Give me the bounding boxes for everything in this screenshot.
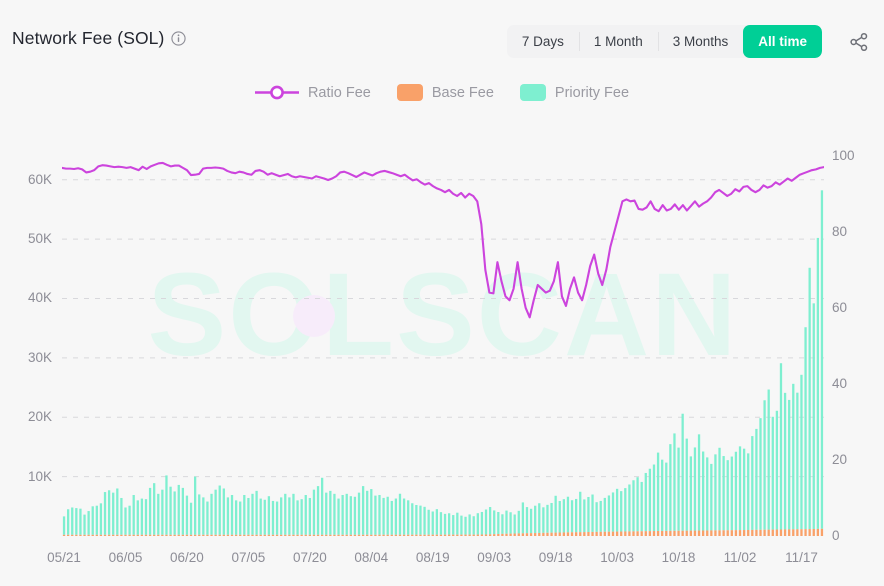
x-tick: 10/18 [661,550,696,565]
x-tick: 07/20 [292,550,327,565]
range-button-all-time[interactable]: All time [743,25,822,58]
priority-fee-bars [62,190,824,535]
legend-item-base-fee[interactable]: Base Fee [396,84,494,101]
x-tick: 05/21 [47,550,81,565]
y-tick-left: 30K [27,349,52,365]
x-tick: 07/05 [231,550,266,565]
ratio-fee-line [62,161,824,319]
y-tick-left: 20K [27,409,52,425]
y-tick-right: 60 [832,299,848,315]
base-fee-bars [62,528,824,536]
x-tick: 06/20 [170,550,204,565]
y-tick-right: 80 [832,223,848,239]
time-range-selector[interactable]: 7 Days 1 Month 3 Months All time [506,25,822,58]
y-tick-right: 40 [832,375,848,391]
range-button-7-days[interactable]: 7 Days [507,25,579,58]
chart-plot-area [62,150,824,536]
ratio-fee-line-marker [254,85,299,100]
legend-item-ratio-fee[interactable]: Ratio Fee [254,84,371,101]
x-tick: 11/02 [723,550,757,565]
gridlines [62,179,824,478]
x-tick: 10/03 [600,550,634,565]
x-tick: 11/17 [785,550,818,565]
info-circle-icon[interactable] [171,31,187,46]
x-tick: 08/19 [415,550,450,565]
network-fee-chart-card: Network Fee (SOL) 7 Days 1 Month 3 Month… [0,0,884,586]
legend-label-ratio-fee: Ratio Fee [307,84,371,101]
y-tick-left: 10K [27,468,52,484]
y-tick-left: 50K [27,231,52,247]
legend-label-base-fee: Base Fee [431,84,494,101]
chart-canvas[interactable] [62,150,824,536]
y-tick-left: 60K [27,171,52,187]
chart-header: Network Fee (SOL) 7 Days 1 Month 3 Month… [0,0,884,72]
y-tick-right: 100 [832,147,855,163]
range-button-3-months[interactable]: 3 Months [657,25,744,58]
y-tick-right: 0 [832,528,840,543]
x-tick: 08/04 [354,550,389,565]
y-tick-left: 40K [27,290,52,306]
share-icon[interactable] [848,31,870,53]
x-tick: 09/18 [538,550,573,565]
base-fee-swatch [396,84,423,101]
y-tick-right: 20 [832,451,848,467]
chart-legend: Ratio Fee Base Fee Priority Fee [0,84,884,101]
range-button-1-month[interactable]: 1 Month [578,25,658,58]
legend-label-priority-fee: Priority Fee [554,84,630,101]
page-title: Network Fee (SOL) [12,28,165,48]
chart-title-group: Network Fee (SOL) [12,28,187,49]
x-tick: 06/05 [108,550,143,565]
x-tick: 09/03 [477,550,512,565]
legend-item-priority-fee[interactable]: Priority Fee [519,84,630,101]
priority-fee-swatch [519,84,546,101]
